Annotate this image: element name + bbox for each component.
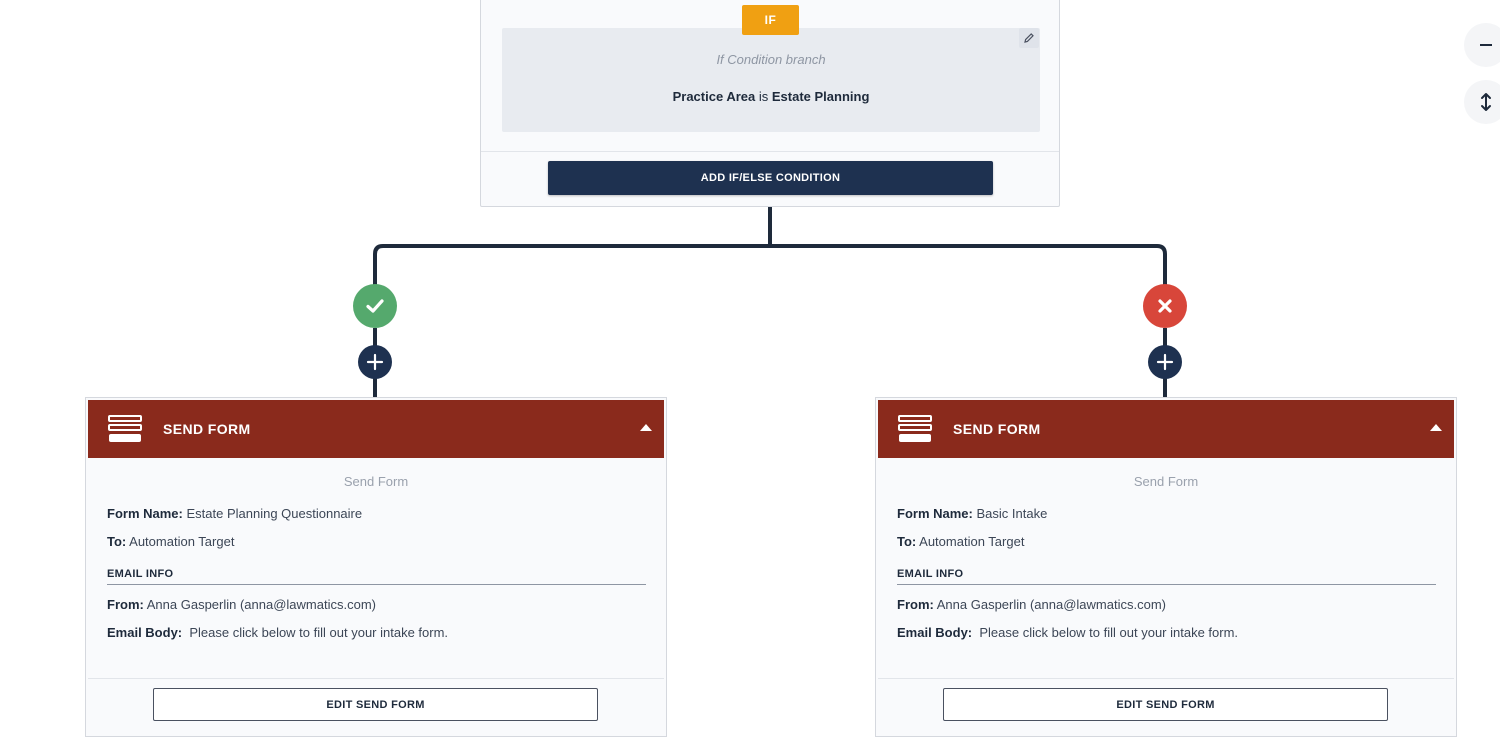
email-info-rule: [107, 584, 646, 585]
from-label: From:: [107, 597, 144, 612]
send-form-card-false: SEND FORM Send Form Form Name: Basic Int…: [875, 397, 1457, 737]
condition-box[interactable]: [502, 28, 1040, 132]
expand-vertical-icon: [1481, 93, 1491, 111]
email-info-rule: [897, 584, 1436, 585]
form-name-label: Form Name:: [107, 506, 183, 521]
send-form-header-title: SEND FORM: [953, 421, 1041, 437]
edit-send-form-button[interactable]: EDIT SEND FORM: [943, 688, 1388, 721]
fit-view-button[interactable]: [1464, 80, 1500, 124]
card-divider: [878, 678, 1454, 679]
zoom-out-button[interactable]: [1464, 23, 1500, 67]
email-body-row: Email Body: Please click below to fill o…: [107, 625, 448, 640]
form-name-row: Form Name: Basic Intake: [897, 506, 1047, 521]
to-value: Automation Target: [129, 534, 235, 549]
to-label: To:: [897, 534, 917, 549]
from-value: Anna Gasperlin (anna@lawmatics.com): [146, 597, 376, 612]
form-name-label: Form Name:: [897, 506, 973, 521]
plus-icon: [1156, 353, 1174, 371]
add-if-else-condition-button[interactable]: ADD IF/ELSE CONDITION: [548, 161, 993, 195]
from-label: From:: [897, 597, 934, 612]
add-step-button-false[interactable]: [1148, 345, 1182, 379]
to-row: To: Automation Target: [897, 534, 1024, 549]
check-icon: [366, 299, 384, 313]
email-body-row: Email Body: Please click below to fill o…: [897, 625, 1238, 640]
send-form-card-true: SEND FORM Send Form Form Name: Estate Pl…: [85, 397, 667, 737]
email-body-value: Please click below to fill out your inta…: [189, 625, 449, 640]
x-icon: [1158, 299, 1172, 313]
email-body-value: Please click below to fill out your inta…: [979, 625, 1239, 640]
true-branch-indicator: [353, 284, 397, 328]
minus-icon: [1480, 44, 1492, 46]
condition-operator: is: [758, 89, 769, 104]
add-step-button-true[interactable]: [358, 345, 392, 379]
if-node-divider: [481, 151, 1059, 152]
email-body-label: Email Body:: [897, 625, 973, 640]
condition-value: Estate Planning: [771, 89, 870, 104]
form-name-value: Basic Intake: [976, 506, 1048, 521]
form-name-value: Estate Planning Questionnaire: [186, 506, 363, 521]
condition-branch-title: If Condition branch: [716, 52, 826, 67]
edit-send-form-button[interactable]: EDIT SEND FORM: [153, 688, 598, 721]
to-row: To: Automation Target: [107, 534, 234, 549]
send-form-card-header[interactable]: SEND FORM: [88, 400, 664, 458]
from-row: From: Anna Gasperlin (anna@lawmatics.com…: [897, 597, 1166, 612]
card-divider: [88, 678, 664, 679]
form-name-row: Form Name: Estate Planning Questionnaire: [107, 506, 362, 521]
form-stack-icon: [898, 415, 932, 442]
if-badge: IF: [742, 5, 799, 35]
send-form-header-title: SEND FORM: [163, 421, 251, 437]
email-body-label: Email Body:: [107, 625, 183, 640]
from-row: From: Anna Gasperlin (anna@lawmatics.com…: [107, 597, 376, 612]
edit-condition-button[interactable]: [1019, 28, 1039, 48]
send-form-subtitle: Send Form: [343, 474, 409, 489]
plus-icon: [366, 353, 384, 371]
email-info-heading: EMAIL INFO: [897, 568, 964, 580]
collapse-caret-icon[interactable]: [1430, 424, 1442, 431]
collapse-caret-icon[interactable]: [640, 424, 652, 431]
email-info-heading: EMAIL INFO: [107, 568, 174, 580]
from-value: Anna Gasperlin (anna@lawmatics.com): [936, 597, 1166, 612]
form-stack-icon: [108, 415, 142, 442]
pencil-icon: [1024, 33, 1034, 43]
condition-text: Practice Area is Estate Planning: [502, 89, 1040, 104]
false-branch-indicator: [1143, 284, 1187, 328]
to-value: Automation Target: [919, 534, 1025, 549]
condition-field: Practice Area: [672, 89, 756, 104]
send-form-card-header[interactable]: SEND FORM: [878, 400, 1454, 458]
send-form-subtitle: Send Form: [1133, 474, 1199, 489]
to-label: To:: [107, 534, 127, 549]
